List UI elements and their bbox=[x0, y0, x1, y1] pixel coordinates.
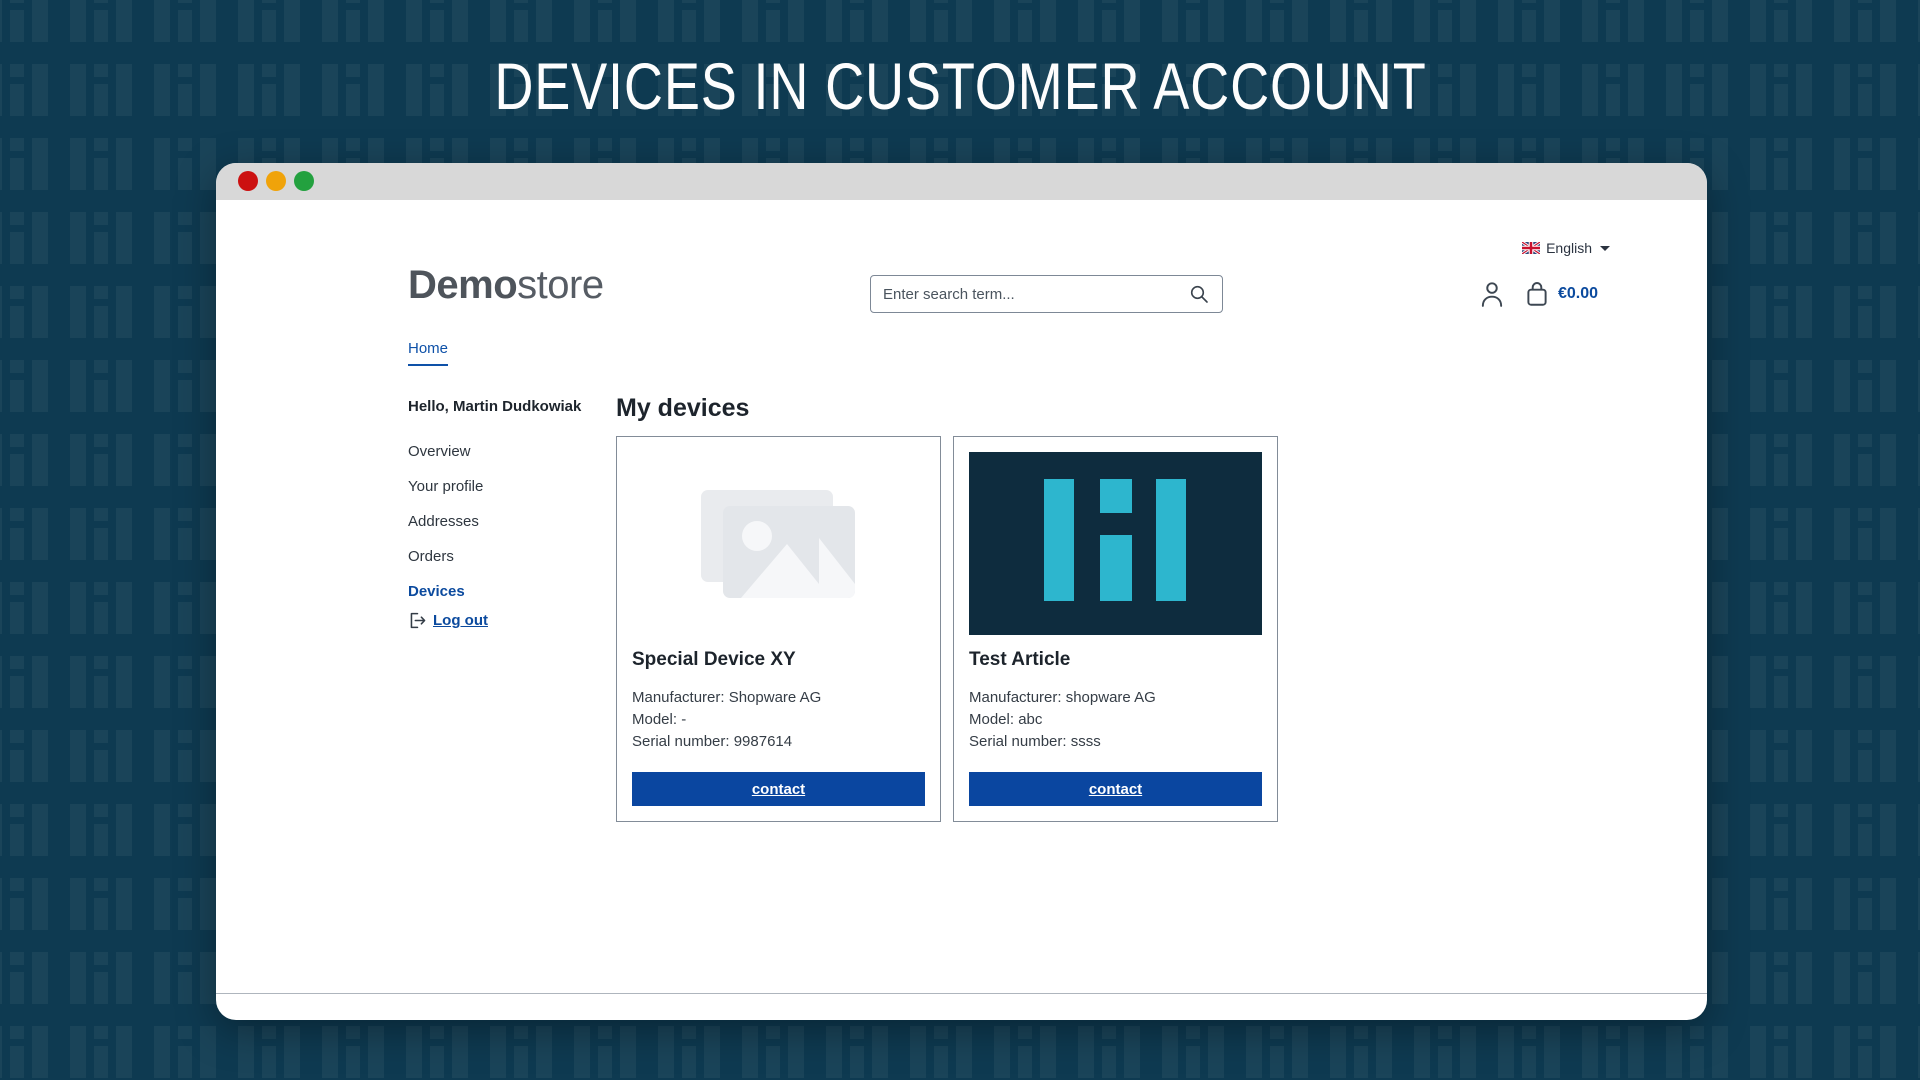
minimize-window-button[interactable] bbox=[266, 171, 286, 191]
account-sidebar: Hello, Martin Dudkowiak Overview Your pr… bbox=[408, 398, 608, 629]
browser-window: English Demostore €0.00 bbox=[216, 163, 1707, 1020]
sidebar-greeting: Hello, Martin Dudkowiak bbox=[408, 398, 582, 415]
footer-divider bbox=[216, 993, 1707, 994]
sidebar-item-addresses[interactable]: Addresses bbox=[408, 513, 479, 530]
page-title: DEVICES IN CUSTOMER ACCOUNT bbox=[493, 49, 1427, 123]
cart-total: €0.00 bbox=[1558, 285, 1599, 302]
device-card: Special Device XY Manufacturer: Shopware… bbox=[616, 436, 941, 822]
user-icon bbox=[1481, 282, 1503, 307]
search-button[interactable] bbox=[1188, 283, 1210, 305]
device-name: Special Device XY bbox=[632, 649, 796, 670]
sidebar-item-devices[interactable]: Devices bbox=[408, 583, 465, 600]
device-card: Test Article Manufacturer: shopware AG M… bbox=[953, 436, 1278, 822]
contact-button[interactable]: contact bbox=[632, 772, 925, 806]
browser-titlebar bbox=[216, 163, 1707, 200]
close-window-button[interactable] bbox=[238, 171, 258, 191]
sidebar-item-orders[interactable]: Orders bbox=[408, 548, 454, 565]
cart-button[interactable]: €0.00 bbox=[1524, 280, 1598, 308]
chevron-down-icon bbox=[1600, 245, 1610, 251]
sidebar-item-overview[interactable]: Overview bbox=[408, 443, 471, 460]
my-devices-heading: My devices bbox=[616, 394, 750, 422]
language-selector[interactable]: English bbox=[1522, 240, 1610, 256]
shopping-bag-icon bbox=[1527, 282, 1547, 306]
sidebar-item-your-profile[interactable]: Your profile bbox=[408, 478, 483, 495]
device-model: Model: - bbox=[632, 711, 687, 728]
image-placeholder-icon bbox=[700, 489, 855, 598]
storefront-page: English Demostore €0.00 bbox=[216, 200, 1707, 1020]
contact-button[interactable]: contact bbox=[969, 772, 1262, 806]
logout-link[interactable]: Log out bbox=[408, 611, 488, 630]
account-button[interactable] bbox=[1479, 280, 1505, 308]
device-image bbox=[969, 452, 1262, 635]
device-manufacturer: Manufacturer: shopware AG bbox=[969, 689, 1156, 706]
search-input[interactable] bbox=[883, 285, 1188, 303]
device-name: Test Article bbox=[969, 649, 1071, 670]
device-model: Model: abc bbox=[969, 711, 1043, 728]
device-serial: Serial number: 9987614 bbox=[632, 733, 793, 750]
device-manufacturer: Manufacturer: Shopware AG bbox=[632, 689, 822, 706]
logout-icon bbox=[410, 612, 426, 629]
maximize-window-button[interactable] bbox=[294, 171, 314, 191]
search-icon bbox=[1190, 285, 1208, 303]
logout-label: Log out bbox=[433, 612, 488, 629]
brand-logo-image bbox=[969, 452, 1262, 635]
device-serial: Serial number: ssss bbox=[969, 733, 1101, 750]
language-label: English bbox=[1546, 240, 1592, 256]
uk-flag-icon bbox=[1522, 242, 1541, 254]
nav-item-home[interactable]: Home bbox=[408, 340, 449, 366]
shop-logo[interactable]: Demostore bbox=[408, 263, 604, 308]
search-box bbox=[870, 275, 1223, 313]
device-image-placeholder bbox=[632, 452, 925, 635]
device-card-list: Special Device XY Manufacturer: Shopware… bbox=[616, 436, 1278, 822]
